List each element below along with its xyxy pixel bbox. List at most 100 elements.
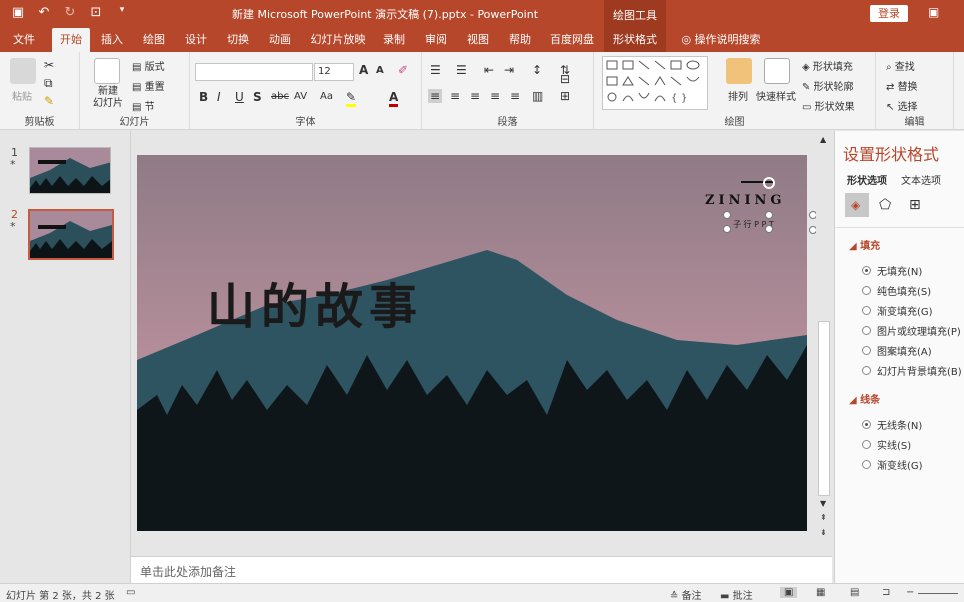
tab-slideshow[interactable]: 幻灯片放映 — [306, 28, 370, 52]
font-name-select[interactable] — [195, 63, 313, 81]
slide-thumbnail-1[interactable] — [29, 147, 111, 194]
normal-view-icon[interactable]: ▣ — [780, 587, 798, 598]
slideshow-icon[interactable]: ⊐ — [882, 587, 890, 598]
tab-baidu-netdisk[interactable]: 百度网盘 — [546, 28, 598, 52]
paste-icon[interactable] — [10, 58, 36, 84]
fill-pattern-option[interactable]: 图案填充(A) — [862, 343, 932, 358]
selection-handle[interactable] — [723, 225, 731, 233]
redo-icon[interactable]: ↻ — [62, 5, 78, 20]
line-solid-option[interactable]: 实线(S) — [862, 437, 911, 452]
reading-view-icon[interactable]: ▤ — [850, 587, 859, 598]
shape-outline-button[interactable]: ✎ 形状轮廓 — [802, 78, 854, 93]
fill-section-header[interactable]: ◢ 填充 — [849, 237, 880, 252]
selection-handle[interactable] — [723, 211, 731, 219]
rotate-handle-icon[interactable] — [763, 177, 775, 189]
start-from-beginning-icon[interactable]: ⊡ — [88, 5, 104, 20]
smartart-icon[interactable]: ⊟ — [560, 72, 570, 86]
align-text-icon[interactable]: ⊞ — [560, 89, 570, 103]
shrink-font-icon[interactable]: A — [376, 65, 384, 76]
shapes-gallery[interactable]: { } — [602, 56, 708, 110]
notes-pane[interactable]: 单击此处添加备注 — [131, 556, 832, 583]
line-none-option[interactable]: 无线条(N) — [862, 417, 922, 432]
fill-gradient-option[interactable]: 渐变填充(G) — [862, 303, 933, 318]
zoom-slider[interactable] — [918, 593, 958, 594]
grow-font-icon[interactable]: A — [359, 63, 368, 77]
zoom-out-icon[interactable]: − — [906, 587, 914, 598]
align-right-icon[interactable]: ≡ — [470, 89, 480, 103]
font-color-button[interactable]: A — [389, 90, 399, 107]
shape-effects-button[interactable]: ▭ 形状效果 — [802, 98, 855, 113]
tab-home[interactable]: 开始 — [52, 28, 90, 52]
notes-placeholder[interactable]: 单击此处添加备注 — [140, 563, 236, 580]
align-left-icon[interactable]: ≡ — [428, 89, 443, 103]
new-slide-button[interactable]: 新建 幻灯片 — [88, 86, 128, 110]
tab-draw[interactable]: 绘图 — [138, 28, 170, 52]
justify-icon[interactable]: ≡ — [490, 89, 500, 103]
layout-button[interactable]: ▤ 版式 — [132, 58, 165, 73]
fill-none-option[interactable]: 无填充(N) — [862, 263, 922, 278]
tab-insert[interactable]: 插入 — [96, 28, 128, 52]
tell-me-search[interactable]: ◎ 操作说明搜索 — [676, 28, 766, 52]
fill-background-option[interactable]: 幻灯片背景填充(B) — [862, 363, 962, 378]
reset-button[interactable]: ▤ 重置 — [132, 78, 165, 93]
copy-icon[interactable]: ⧉ — [44, 76, 53, 91]
comments-toggle[interactable]: ▬ 批注 — [720, 587, 753, 602]
new-slide-icon[interactable] — [94, 58, 120, 84]
fill-line-icon[interactable]: ◈ — [845, 193, 869, 217]
character-spacing-button[interactable]: AV — [294, 91, 307, 102]
find-button[interactable]: ⌕ 查找 — [886, 58, 915, 73]
format-painter-icon[interactable]: ✎ — [44, 94, 54, 108]
change-case-button[interactable]: Aa — [320, 91, 333, 102]
line-gradient-option[interactable]: 渐变线(G) — [862, 457, 923, 472]
accessibility-icon[interactable]: ▭ — [126, 587, 135, 598]
slide-canvas[interactable]: 山的故事 ZINING 子 行 P P T — [137, 155, 807, 531]
clear-formatting-icon[interactable]: ✐ — [398, 63, 408, 77]
vertical-scrollbar[interactable]: ▲ ▼ ⇞ ⇟ — [816, 131, 832, 556]
decrease-indent-icon[interactable]: ⇤ — [484, 63, 494, 77]
font-size-select[interactable]: 12 — [314, 63, 354, 81]
select-button[interactable]: ↖ 选择 — [886, 98, 918, 113]
paste-button[interactable]: 粘贴 — [12, 88, 32, 103]
tab-shape-options[interactable]: 形状选项 — [847, 172, 887, 187]
scrollbar-thumb[interactable] — [818, 321, 830, 496]
tab-animations[interactable]: 动画 — [264, 28, 296, 52]
underline-button[interactable]: U — [235, 90, 244, 104]
scroll-up-icon[interactable]: ▲ — [820, 135, 826, 144]
tab-review[interactable]: 审阅 — [420, 28, 452, 52]
slide-sorter-icon[interactable]: ▦ — [816, 587, 825, 598]
next-slide-icon[interactable]: ⇟ — [820, 528, 827, 537]
numbering-icon[interactable]: ☰ — [456, 63, 467, 77]
fill-solid-option[interactable]: 纯色填充(S) — [862, 283, 931, 298]
align-center-icon[interactable]: ≡ — [450, 89, 460, 103]
tab-design[interactable]: 设计 — [180, 28, 212, 52]
slide-title[interactable]: 山的故事 — [207, 267, 423, 337]
section-button[interactable]: ▤ 节 — [132, 98, 155, 113]
quick-styles-button[interactable]: 快速样式 — [756, 88, 796, 103]
tab-help[interactable]: 帮助 — [504, 28, 536, 52]
tab-record[interactable]: 录制 — [378, 28, 410, 52]
replace-button[interactable]: ⇄ 替换 — [886, 78, 918, 93]
effects-pentagon-icon[interactable]: ⬠ — [879, 197, 891, 213]
bold-button[interactable]: B — [199, 90, 208, 104]
selection-handle[interactable] — [765, 211, 773, 219]
bullets-icon[interactable]: ☰ — [430, 63, 441, 77]
tab-transitions[interactable]: 切换 — [222, 28, 254, 52]
size-properties-icon[interactable]: ⊞ — [909, 197, 921, 213]
quick-styles-icon[interactable] — [764, 58, 790, 84]
save-icon[interactable]: ▣ — [10, 5, 26, 20]
cut-icon[interactable]: ✂ — [44, 58, 54, 72]
line-spacing-icon[interactable]: ↕ — [532, 63, 542, 77]
arrange-icon[interactable] — [726, 58, 752, 84]
fill-picture-option[interactable]: 图片或纹理填充(P) — [862, 323, 961, 338]
shape-fill-button[interactable]: ◈ 形状填充 — [802, 58, 853, 73]
line-section-header[interactable]: ◢ 线条 — [849, 391, 880, 406]
increase-indent-icon[interactable]: ⇥ — [504, 63, 514, 77]
undo-icon[interactable]: ↶ — [36, 5, 52, 20]
notes-toggle[interactable]: ≙ 备注 — [670, 587, 702, 602]
text-shadow-button[interactable]: S — [253, 90, 262, 104]
selection-handle[interactable] — [765, 225, 773, 233]
slide-thumbnail-2[interactable] — [28, 209, 114, 260]
scroll-down-icon[interactable]: ▼ — [820, 499, 826, 508]
tab-text-options[interactable]: 文本选项 — [901, 172, 941, 187]
previous-slide-icon[interactable]: ⇞ — [820, 513, 827, 522]
